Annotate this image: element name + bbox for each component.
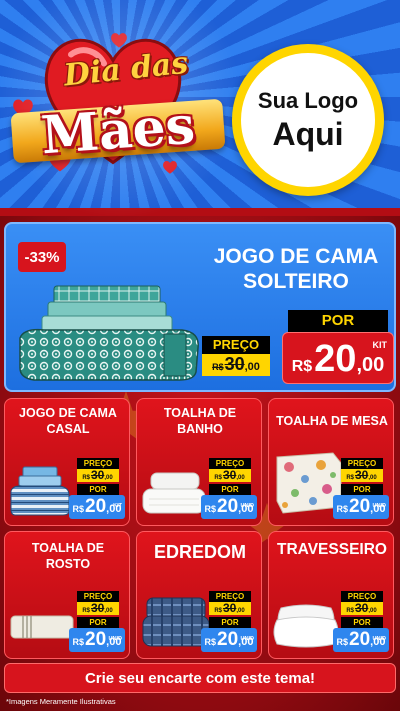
old-price-number: 30 (90, 468, 105, 482)
new-price-value: R$ 20 ,00 KIT (282, 332, 394, 384)
card-title-line1: TOALHA DE (31, 541, 105, 555)
old-price-value: R$ 30,00 (209, 602, 251, 615)
featured-offer-card[interactable]: -33% JOGO DE CAMA SOLTEIRO PREÇO R$ 30 ,… (4, 222, 396, 392)
product-card-edredom[interactable]: EDREDOM PREÇO R$ 30,00 POR R$ 20,00 UNID (136, 531, 262, 659)
old-price-number: 30 (222, 601, 237, 615)
old-price-value: R$ 30,00 (341, 602, 383, 615)
card-price: PREÇO R$ 30,00 POR R$ 20,00 UNID (333, 591, 389, 652)
featured-product-title: JOGO DE CAMA SOLTEIRO (196, 244, 394, 294)
featured-old-price: PREÇO R$ 30 ,00 (202, 336, 270, 376)
logo-text-line1: Sua Logo (257, 87, 359, 113)
old-price-value: R$ 30,00 (77, 602, 119, 615)
card-title: TOALHA DE BANHO (141, 405, 259, 437)
card-title-line2: BANHO (177, 422, 223, 436)
card-price: PREÇO R$ 30,00 POR R$ 20,00 UNID (333, 458, 389, 519)
bath-towel-image (142, 472, 206, 514)
new-price-number: 20 (217, 629, 239, 650)
featured-new-price: POR R$ 20 ,00 KIT (282, 310, 394, 384)
card-title-line1: TOALHA DE MESA (276, 414, 388, 428)
new-price-currency: R$ (204, 637, 217, 647)
old-price-value: R$ 30,00 (209, 469, 251, 482)
card-price: PREÇO R$ 30,00 POR R$ 20,00 KIT (69, 458, 125, 519)
unit-label: UNID (108, 636, 122, 642)
unit-label: UNID (240, 636, 254, 642)
new-price-value: R$ 20,00 UNID (333, 628, 389, 652)
card-title-line2: ROSTO (45, 557, 91, 571)
new-price-currency: R$ (336, 637, 349, 647)
new-price-number: 20 (85, 496, 107, 517)
bedding-set-image (10, 466, 70, 516)
unit-label: UNID (372, 503, 386, 509)
card-title-line2: CASAL (46, 422, 90, 436)
header-banner: Dia das Mães Sua Logo Aqui (0, 0, 400, 216)
new-price-value: R$ 20,00 KIT (69, 495, 125, 519)
card-title: TRAVESSEIRO (273, 542, 391, 558)
new-price-value: R$ 20,00 UNID (333, 495, 389, 519)
old-price-number: 30 (354, 601, 369, 615)
new-price-currency: R$ (72, 504, 85, 514)
product-card-toalha-de-banho[interactable]: TOALHA DE BANHO PREÇO R$ 30,00 POR R$ 20,0… (136, 398, 262, 526)
card-title-line1: TRAVESSEIRO (277, 541, 387, 558)
old-price-number: 30 (224, 354, 245, 374)
new-price-number: 20 (314, 338, 357, 380)
card-title: TOALHA DE ROSTO (9, 540, 127, 572)
new-price-value: R$ 20,00 UNID (69, 628, 125, 652)
card-title: EDREDOM (141, 542, 259, 562)
face-towel-image (10, 615, 74, 639)
new-price-currency: R$ (72, 637, 85, 647)
card-title-line1: JOGO DE CAMA (19, 406, 117, 420)
new-price-currency: R$ (204, 504, 217, 514)
new-price-currency: R$ (336, 504, 349, 514)
old-price-cents: ,00 (244, 361, 260, 373)
old-price-currency: R$ (212, 362, 224, 372)
unit-label: KIT (372, 340, 388, 350)
footnote: *Imagens Meramente Ilustrativas (6, 697, 116, 706)
cta-banner[interactable]: Crie seu encarte com este tema! (4, 663, 396, 693)
card-price: PREÇO R$ 30,00 POR R$ 20,00 UNID (201, 591, 257, 652)
unit-label: UNID (372, 636, 386, 642)
product-card-travesseiro[interactable]: TRAVESSEIRO PREÇO R$ 30,00 POR R$ 20,00 UNI… (268, 531, 394, 659)
pillow-image (273, 604, 339, 648)
old-price-number: 30 (222, 468, 237, 482)
bedsheet-set-image (19, 285, 199, 381)
product-card-toalha-de-rosto[interactable]: TOALHA DE ROSTO PREÇO R$ 30,00 POR R$ 20,0… (4, 531, 130, 659)
card-title-line1: TOALHA DE (163, 406, 237, 420)
header-divider (0, 208, 400, 216)
new-price-number: 20 (217, 496, 239, 517)
new-price-currency: R$ (291, 358, 313, 375)
new-price-number: 20 (349, 629, 371, 650)
card-title: TOALHA DE MESA (273, 413, 391, 429)
featured-title-line2: SOLTEIRO (243, 270, 349, 293)
old-price-number: 30 (90, 601, 105, 615)
card-title-line1: EDREDOM (153, 542, 246, 562)
old-price-value: R$ 30 ,00 (202, 354, 270, 376)
old-price-value: R$ 30,00 (341, 469, 383, 482)
discount-badge: -33% (18, 242, 66, 272)
preco-label: PREÇO (202, 336, 270, 354)
card-price: PREÇO R$ 30,00 POR R$ 20,00 UNID (69, 591, 125, 652)
new-price-number: 20 (85, 629, 107, 650)
old-price-value: R$ 30,00 (77, 469, 119, 482)
card-title: JOGO DE CAMA CASAL (9, 405, 127, 437)
product-card-toalha-de-mesa[interactable]: TOALHA DE MESA PREÇO R$ 30,00 POR R$ 20,00… (268, 398, 394, 526)
logo-placeholder: Sua Logo Aqui (232, 44, 384, 196)
new-price-number: 20 (349, 496, 371, 517)
card-price: PREÇO R$ 30,00 POR R$ 20,00 UNID (201, 458, 257, 519)
old-price-number: 30 (354, 468, 369, 482)
new-price-value: R$ 20,00 UNID (201, 495, 257, 519)
unit-label: UNID (240, 503, 254, 509)
logo-text-line2: Aqui (272, 115, 344, 152)
mothers-day-title: Dia das Mães (8, 20, 228, 190)
unit-label: KIT (113, 503, 122, 509)
featured-title-line1: JOGO DE CAMA (213, 245, 379, 268)
new-price-value: R$ 20,00 UNID (201, 628, 257, 652)
product-card-jogo-de-cama-casal[interactable]: JOGO DE CAMA CASAL PREÇO R$ 30,00 POR R$ 2… (4, 398, 130, 526)
